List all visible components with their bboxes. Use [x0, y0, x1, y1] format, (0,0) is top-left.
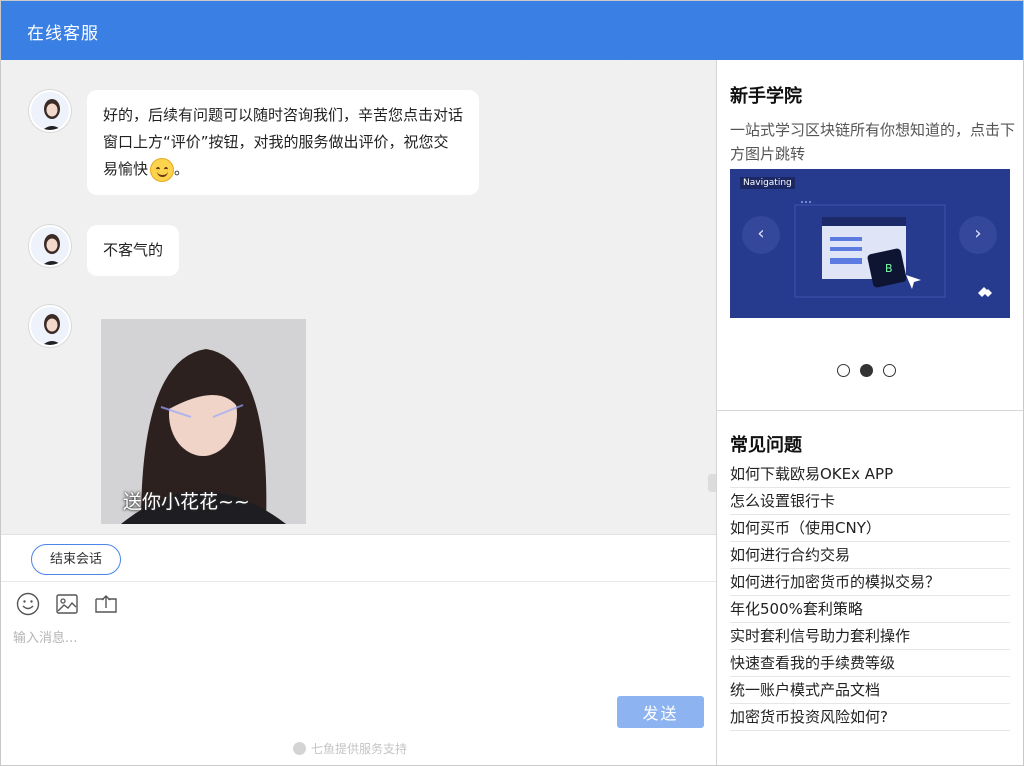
faq-item[interactable]: 加密货币投资风险如何?: [730, 704, 1010, 731]
sidebar-divider: [717, 410, 1023, 411]
message-item: 不客气的: [29, 225, 180, 276]
powered-by-text: 七鱼提供服务支持: [311, 742, 408, 756]
academy-title: 新手学院: [730, 86, 802, 107]
powered-by: 七鱼提供服务支持: [293, 740, 407, 757]
faq-title: 常见问题: [730, 435, 802, 456]
message-item: 好的，后续有问题可以随时咨询我们，辛苦您点击对话窗口上方“评价”按钮，对我的服务…: [29, 90, 479, 195]
carousel-dot-1[interactable]: [837, 364, 850, 377]
message-list[interactable]: 好的，后续有问题可以随时咨询我们，辛苦您点击对话窗口上方“评价”按钮，对我的服务…: [1, 60, 716, 534]
faq-item[interactable]: 如何进行合约交易: [730, 542, 1010, 569]
composer-toolbar: [1, 583, 716, 623]
message-text: 不客气的: [103, 241, 164, 259]
academy-description: 一站式学习区块链所有你想知道的，点击下方图片跳转: [730, 121, 1016, 163]
agent-avatar: [29, 90, 71, 132]
faq-item[interactable]: 统一账户模式产品文档: [730, 677, 1010, 704]
message-item: 送你小花花~~: [29, 305, 306, 524]
agent-avatar: [29, 225, 71, 267]
composer: 发送 七鱼提供服务支持: [1, 623, 716, 765]
header-bar: 在线客服: [1, 1, 1023, 67]
carousel-dot-2[interactable]: [860, 364, 873, 377]
chat-window: 在线客服 好的，后续有问题可以随时咨询我们，辛苦您点击对话窗口上方“评价”按钮，…: [0, 0, 1024, 766]
faq-item[interactable]: 快速查看我的手续费等级: [730, 650, 1010, 677]
message-input[interactable]: [13, 627, 703, 697]
panel-resize-handle[interactable]: [708, 474, 716, 492]
agent-avatar: [29, 305, 71, 347]
carousel-dot-3[interactable]: [883, 364, 896, 377]
academy-carousel[interactable]: B Navigating ‹ ›: [730, 169, 1010, 318]
header-title: 在线客服: [27, 24, 99, 44]
slide-tag: Navigating: [740, 177, 795, 189]
faq-item[interactable]: 如何买币（使用CNY）: [730, 515, 1010, 542]
action-bar: 结束会话: [1, 534, 716, 582]
faq-item[interactable]: 实时套利信号助力套利操作: [730, 623, 1010, 650]
upload-icon[interactable]: [93, 591, 119, 617]
carousel-indicators: [837, 364, 896, 377]
svg-text:B: B: [885, 262, 893, 275]
end-session-button[interactable]: 结束会话: [31, 544, 121, 575]
faq-item[interactable]: 怎么设置银行卡: [730, 488, 1010, 515]
faq-item[interactable]: 如何下载欧易OKEx APP: [730, 461, 1010, 488]
sidebar: 新手学院 一站式学习区块链所有你想知道的，点击下方图片跳转 B Navigati…: [717, 60, 1023, 765]
carousel-prev-icon[interactable]: ‹: [742, 216, 780, 254]
message-image[interactable]: 送你小花花~~: [101, 319, 306, 524]
message-bubble: 不客气的: [87, 225, 180, 276]
qiyu-logo-icon: [293, 742, 306, 755]
faq-list: 如何下载欧易OKEx APP 怎么设置银行卡 如何买币（使用CNY） 如何进行合…: [730, 461, 1010, 731]
faq-item[interactable]: 年化500%套利策略: [730, 596, 1010, 623]
faq-item[interactable]: 如何进行加密货币的模拟交易？: [730, 569, 1010, 596]
emoji-icon[interactable]: [15, 591, 41, 617]
image-icon[interactable]: [54, 591, 80, 617]
carousel-next-icon[interactable]: ›: [959, 216, 997, 254]
image-caption: 送你小花花~~: [123, 491, 250, 513]
send-button[interactable]: 发送: [617, 696, 704, 728]
message-bubble: 好的，后续有问题可以随时咨询我们，辛苦您点击对话窗口上方“评价”按钮，对我的服务…: [87, 90, 479, 195]
message-text-suffix: 。: [174, 160, 190, 178]
smile-emoji-icon: [150, 157, 175, 182]
